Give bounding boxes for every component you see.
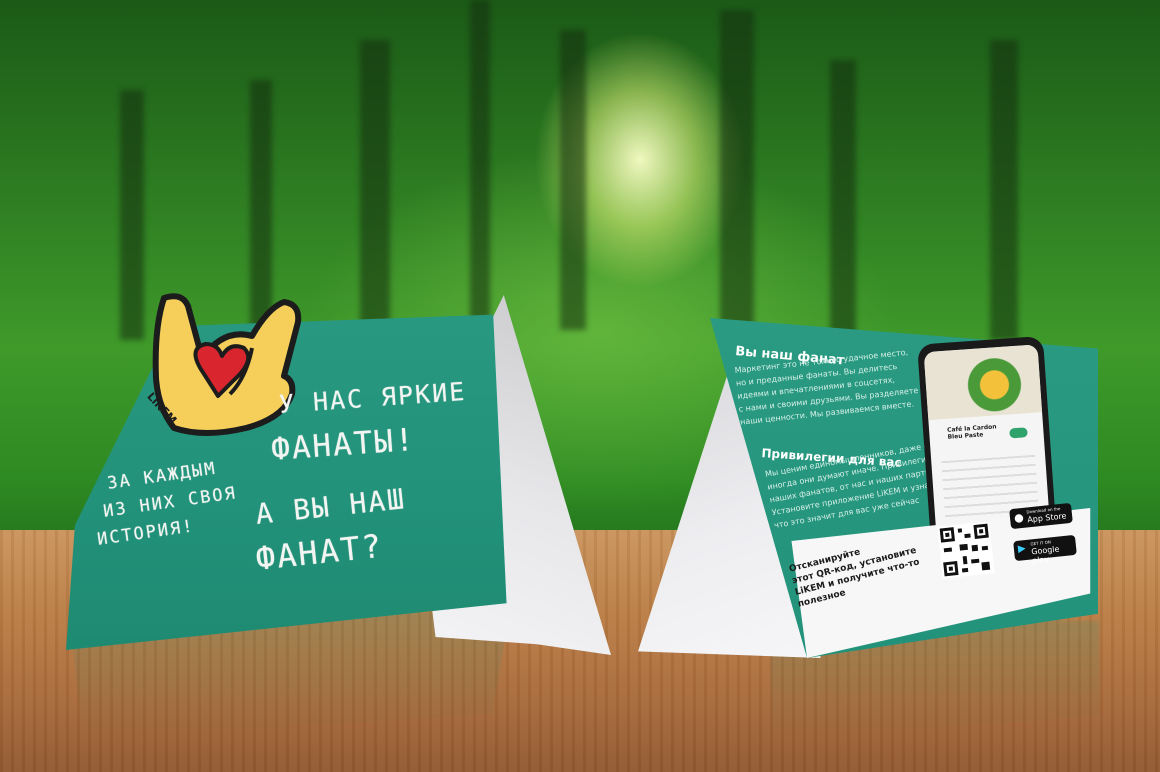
tent-card-front: LiKEM У НАС ЯРКИЕ ФАНАТЫ! ЗА КАЖДЫМ ИЗ Н… (66, 260, 611, 655)
food-photo (923, 344, 1043, 421)
qr-code-icon (937, 521, 995, 579)
apple-icon: ● (1013, 510, 1025, 525)
phone-card-title: Café la Cardon Bleu Paste (946, 423, 997, 441)
play-icon: ▶ (1017, 543, 1027, 555)
phone-green-button (1009, 427, 1028, 439)
tent-card-back: Вы наш фанат Маркетинг это не только уда… (638, 318, 1098, 658)
